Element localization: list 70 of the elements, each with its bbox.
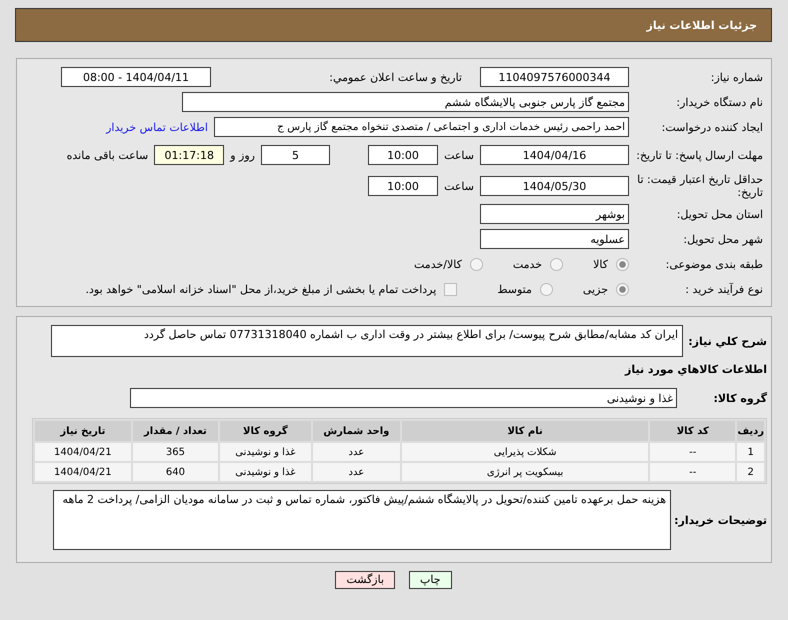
radio-label: کالا/خدمت	[414, 258, 462, 270]
table-cell: شکلات پذیرایی	[402, 443, 648, 461]
validity-date-field: 1404/05/30	[480, 176, 629, 196]
radio-label: متوسط	[497, 282, 532, 296]
field-label: استان محل تحویل:	[676, 208, 763, 220]
radio-button[interactable]	[550, 258, 564, 270]
field-label: شماره نیاز:	[710, 70, 763, 84]
page-title: جزئیات اطلاعات نیاز	[646, 18, 757, 32]
validity-time-field: 10:00	[368, 176, 438, 196]
days-label: روز و	[230, 148, 255, 162]
table-cell: 2	[737, 463, 764, 481]
field-label: حداقل تاریخ اعتبار قیمت: تا تاریخ:	[636, 173, 763, 199]
table-cell: --	[650, 443, 736, 461]
goods-group-field: غذا و نوشیدنی	[130, 388, 677, 408]
column-header: واحد شمارش	[312, 421, 400, 441]
time-label: ساعت	[444, 148, 474, 162]
field-label: ایجاد کننده درخواست:	[660, 120, 763, 134]
table-cell: 365	[132, 443, 218, 461]
field-label: طبقه بندی موضوعی:	[664, 258, 763, 270]
table-cell: غذا و نوشیدنی	[220, 443, 311, 461]
table-cell: عدد	[312, 463, 400, 481]
print-button[interactable]: چاپ	[409, 571, 452, 589]
requester-field: احمد راحمی رئیس خدمات اداری و اجتماعی / متصدی تنخواه مجتمع گاز پارس ج	[214, 117, 629, 137]
radio-button[interactable]	[616, 282, 629, 296]
radio-button[interactable]	[616, 258, 629, 270]
table-cell: --	[650, 463, 736, 481]
table-cell: غذا و نوشیدنی	[220, 463, 311, 481]
checkbox[interactable]	[444, 282, 458, 296]
column-header: کد کالا	[650, 421, 736, 441]
field-label: توضیحات خریدار:	[677, 514, 767, 526]
city-field: عسلویه	[480, 229, 629, 249]
field-label: تاریخ و ساعت اعلان عمومي:	[328, 70, 462, 84]
field-label: نام دستگاه خریدار:	[675, 96, 763, 108]
remaining-time-field: 01:17:18	[154, 145, 224, 165]
deadline-time-field: 10:00	[368, 145, 438, 165]
column-header: تعداد / مقدار	[132, 421, 218, 441]
remaining-label: ساعت باقی مانده	[66, 148, 148, 162]
field-label: شرح کلي نیاز:	[689, 334, 767, 348]
description-box: ایران کد مشابه/مطابق شرح پیوست/ برای اطلاع بیشتر در وقت اداری ب اشماره 07731318040 تماس حاصل گردد	[51, 325, 683, 357]
radio-button[interactable]	[540, 282, 553, 296]
table-cell: عدد	[312, 443, 400, 461]
column-header: تاریخ نیاز	[35, 421, 131, 441]
time-label: ساعت	[444, 180, 474, 192]
deadline-date-field: 1404/04/16	[480, 145, 629, 165]
column-header: ردیف	[737, 421, 764, 441]
field-label: شهر محل تحویل:	[682, 232, 763, 246]
table-cell: بیسکویت پر انرژی	[402, 463, 648, 481]
section-heading: اطلاعات کالاهاي مورد نیاز	[625, 362, 767, 376]
table-cell: 640	[132, 463, 218, 481]
table-cell: 1404/04/21	[35, 463, 131, 481]
column-header: گروه کالا	[220, 421, 311, 441]
radio-label: خدمت	[512, 258, 542, 270]
province-field: بوشهر	[480, 204, 629, 224]
table-cell: 1	[737, 443, 764, 461]
days-field: 5	[261, 145, 330, 165]
checkbox-label: پرداخت تمام یا بخشی از مبلغ خرید،از محل "اسناد خزانه اسلامی" خواهد بود.	[86, 282, 436, 296]
back-button[interactable]: بازگشت	[335, 571, 396, 589]
radio-label: کالا	[593, 258, 608, 270]
buyer-org-field: مجتمع گاز پارس جنوبی پالایشگاه ششم	[182, 92, 629, 112]
radio-label: جزیی	[582, 282, 608, 296]
field-label: نوع فرآیند خرید :	[684, 282, 763, 296]
buyer-notes-box: هزینه حمل برعهده تامین کننده/تحویل در پالایشگاه ششم/پیش فاکتور، شماره تماس و ثبت در سامانه مودیان الزامی/ پرداخت 2 ماهه	[53, 490, 671, 550]
field-label: گروه کالا:	[712, 392, 767, 404]
announce-date-field: 1404/04/11 - 08:00	[61, 67, 211, 87]
need-number-field: 1104097576000344	[480, 67, 629, 87]
buyer-contact-link[interactable]: اطلاعات تماس خریدار	[106, 120, 208, 134]
column-header: نام کالا	[402, 421, 648, 441]
radio-button[interactable]	[470, 258, 483, 270]
table-cell: 1404/04/21	[35, 443, 131, 461]
field-label: مهلت ارسال پاسخ: تا تاریخ:	[635, 148, 763, 162]
